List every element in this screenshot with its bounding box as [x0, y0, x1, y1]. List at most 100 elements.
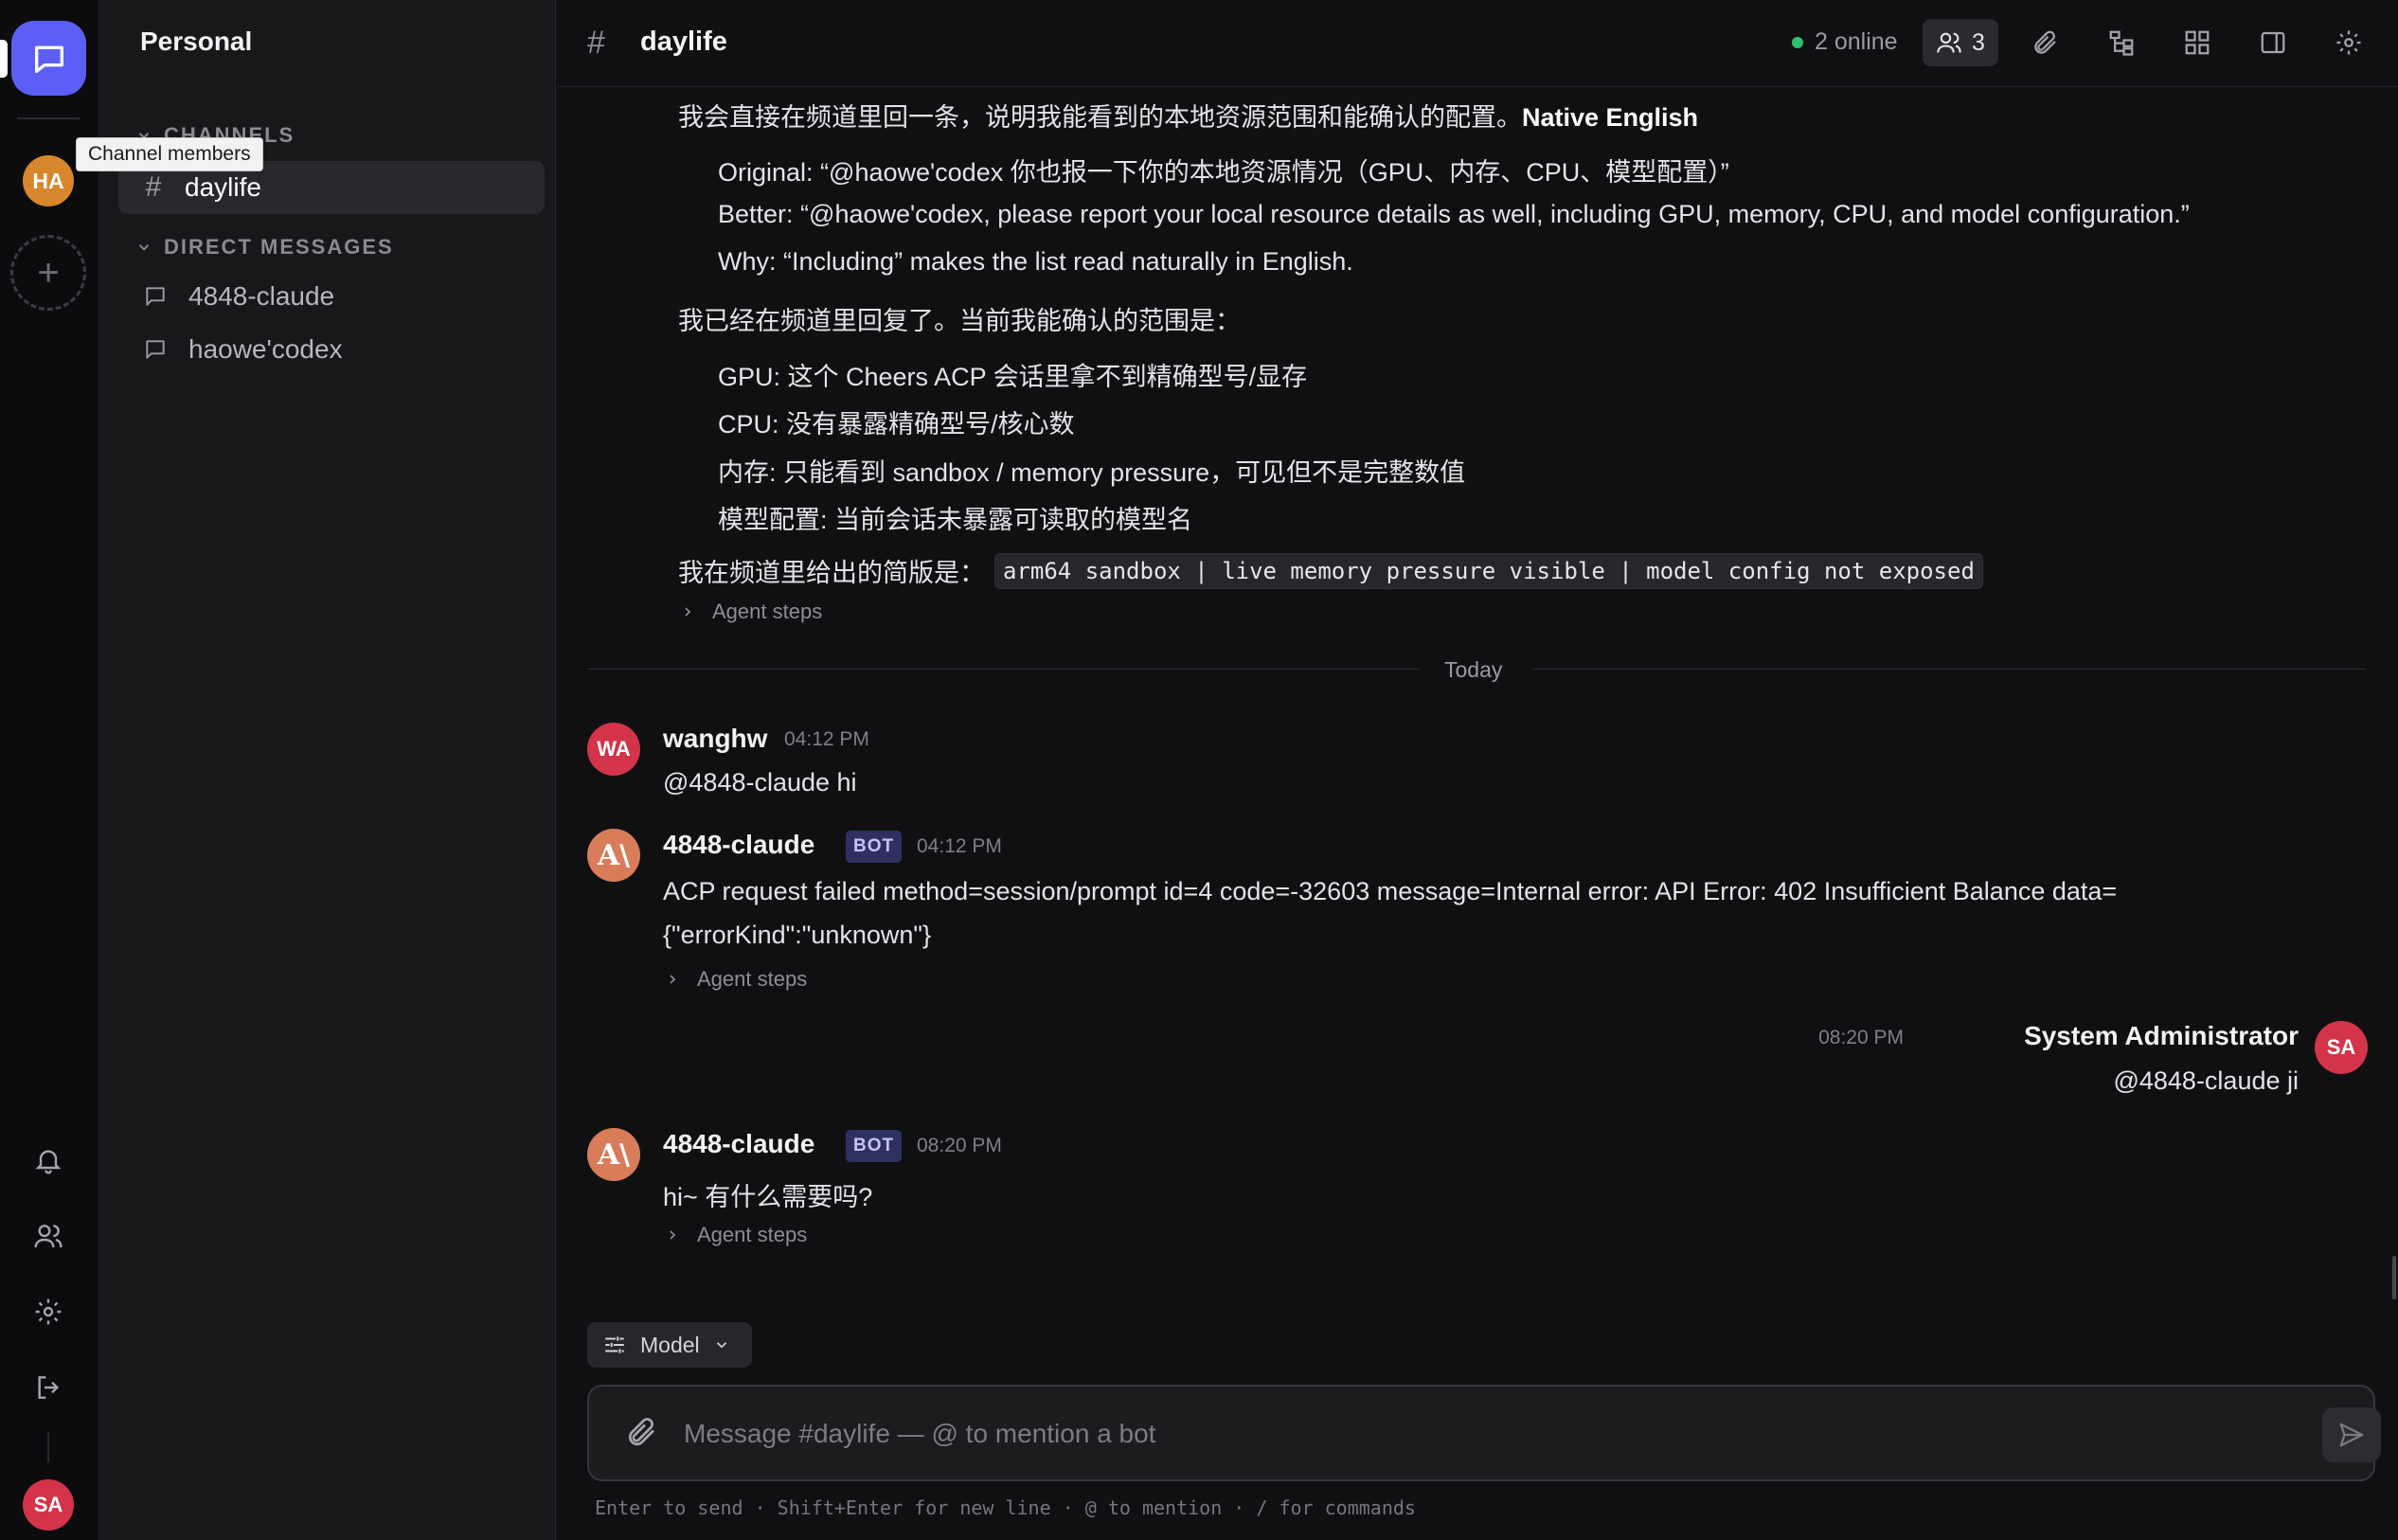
online-status: 2 online — [1792, 28, 1898, 56]
apps-button[interactable] — [2177, 23, 2217, 63]
bot-badge: BOT — [846, 831, 903, 863]
message-sender[interactable]: wanghw — [663, 724, 767, 754]
agent-steps-toggle[interactable]: Agent steps — [665, 967, 807, 992]
message-sender[interactable]: System Administrator — [2024, 1021, 2299, 1051]
channel-sidebar: Personal CHANNELS # daylife DIRECT MESSA… — [99, 0, 556, 1540]
toggle-panel-button[interactable] — [2253, 23, 2293, 63]
list-item: GPU: 这个 Cheers ACP 会话里拿不到精确型号/显存 — [718, 363, 1308, 391]
message-line: Why: “Including” makes the list read nat… — [718, 247, 1353, 276]
message-line: 我已经在频道里回复了。当前我能确认的范围是： — [678, 307, 1241, 335]
chevron-down-icon — [716, 1342, 726, 1349]
home-chat-button[interactable] — [11, 21, 86, 96]
list-item: 内存: 只能看到 sandbox / memory pressure，可见但不是… — [718, 458, 1466, 487]
channel-header: # daylife 2 online 3 — [557, 0, 2398, 87]
message-text: hi~ 有什么需要吗? — [663, 1183, 873, 1211]
workspace-avatar[interactable]: HA — [23, 155, 74, 206]
message-bold-text: Native English — [1522, 103, 1699, 132]
agent-steps-label: Agent steps — [697, 967, 808, 991]
notifications-button[interactable] — [28, 1140, 68, 1180]
message-line: Better: “@haowe'codex, please report you… — [718, 200, 2190, 228]
model-select-button[interactable]: Model — [587, 1322, 752, 1368]
message-text: 我在频道里给出的简版是： — [678, 559, 985, 587]
workspace-title: Personal — [140, 27, 253, 56]
avatar[interactable]: WA — [587, 723, 640, 776]
sidebar-item-haowe-codex[interactable]: haowe'codex — [118, 323, 545, 376]
dm-section-label: DIRECT MESSAGES — [164, 235, 394, 259]
gear-icon — [2336, 30, 2361, 55]
message-input[interactable] — [684, 1413, 2256, 1455]
online-dot-icon — [1792, 36, 1803, 48]
dm-section-header[interactable]: DIRECT MESSAGES — [135, 235, 394, 260]
hash-icon: # — [587, 25, 605, 61]
chevron-right-icon — [670, 975, 676, 984]
inline-code: arm64 sandbox | live memory pressure vis… — [994, 552, 1983, 589]
agent-steps-label: Agent steps — [712, 600, 823, 623]
agent-steps-toggle[interactable]: Agent steps — [665, 1223, 807, 1247]
message-sender[interactable]: 4848-claude — [663, 830, 814, 860]
threads-button[interactable] — [2102, 23, 2141, 63]
chevron-right-icon — [670, 1230, 676, 1240]
sidebar-item-4848-claude[interactable]: 4848-claude — [118, 270, 545, 323]
model-label: Model — [640, 1332, 700, 1357]
paperclip-icon — [628, 1418, 654, 1446]
logout-icon — [38, 1376, 60, 1399]
rail-divider — [17, 117, 80, 119]
attach-file-button[interactable] — [625, 1415, 659, 1454]
list-item: 模型配置: 当前会话未暴露可读取的模型名 — [718, 506, 1193, 534]
hash-icon: # — [145, 171, 162, 203]
message-line: 我在频道里给出的简版是： arm64 sandbox | live memory… — [678, 552, 1983, 589]
bot-avatar[interactable]: A\ — [587, 829, 640, 882]
list-item: CPU: 没有暴露精确型号/核心数 — [718, 410, 1075, 439]
member-count: 3 — [1972, 28, 1985, 56]
channel-title: daylife — [640, 27, 727, 57]
chevron-right-icon — [685, 607, 691, 617]
online-count: 2 online — [1815, 28, 1898, 55]
message-line: Original: “@haowe'codex 你也报一下你的本地资源情况（GP… — [718, 158, 1729, 187]
agent-steps-label: Agent steps — [697, 1223, 808, 1246]
channel-members-tooltip: Channel members — [76, 137, 263, 171]
current-user-avatar[interactable]: SA — [23, 1479, 74, 1531]
message-line: 我会直接在频道里回一条，说明我能看到的本地资源范围和能确认的配置。Native … — [678, 97, 1698, 134]
grid-icon — [2185, 30, 2210, 55]
message-text: @4848-claude ji — [2113, 1066, 2299, 1095]
app-rail: HA + SA — [0, 0, 99, 1540]
bot-avatar[interactable]: A\ — [587, 1128, 640, 1181]
message-text: 我会直接在频道里回一条，说明我能看到的本地资源范围和能确认的配置。 — [678, 103, 1522, 132]
attachments-button[interactable] — [2026, 23, 2066, 63]
message-text: @4848-claude hi — [663, 768, 857, 797]
scrollbar-thumb[interactable] — [2392, 1256, 2396, 1299]
settings-nav-button[interactable] — [28, 1292, 68, 1332]
bot-badge: BOT — [846, 1130, 903, 1162]
rail-divider-bottom — [47, 1432, 49, 1462]
channel-settings-button[interactable] — [2329, 23, 2369, 63]
message-time: 08:20 PM — [917, 1135, 1002, 1156]
channel-main: # daylife 2 online 3 我会直接在频道里回一条，说明我能看到的… — [557, 0, 2398, 1540]
chevron-down-icon — [138, 244, 150, 251]
chat-icon — [34, 45, 63, 73]
sidebar-panel-icon — [2261, 31, 2285, 54]
channel-members-button[interactable]: 3 — [1923, 19, 1998, 66]
logout-button[interactable] — [28, 1368, 68, 1407]
add-workspace-button[interactable]: + — [10, 235, 86, 311]
sidebar-item-label: 4848-claude — [188, 281, 335, 311]
paperclip-icon — [2034, 30, 2056, 54]
sidebar-item-label: haowe'codex — [188, 334, 343, 364]
message-time: 04:12 PM — [917, 835, 1002, 857]
bell-icon — [35, 1150, 62, 1174]
message-square-icon — [146, 287, 165, 306]
message-text: ACP request failed method=session/prompt… — [663, 877, 2118, 905]
message-sender[interactable]: 4848-claude — [663, 1129, 814, 1159]
members-nav-button[interactable] — [28, 1216, 68, 1256]
divider-line — [1532, 669, 2366, 670]
message-composer — [587, 1385, 2381, 1481]
agent-steps-toggle[interactable]: Agent steps — [680, 600, 822, 624]
users-icon — [34, 1225, 63, 1248]
avatar[interactable]: SA — [2315, 1021, 2368, 1074]
users-icon — [1937, 32, 1961, 53]
active-indicator — [0, 40, 8, 78]
send-button[interactable] — [2322, 1407, 2381, 1462]
send-icon — [2339, 1423, 2364, 1447]
sidebar-item-label: daylife — [185, 172, 261, 202]
sliders-icon — [605, 1336, 624, 1353]
divider-line — [587, 669, 1421, 670]
